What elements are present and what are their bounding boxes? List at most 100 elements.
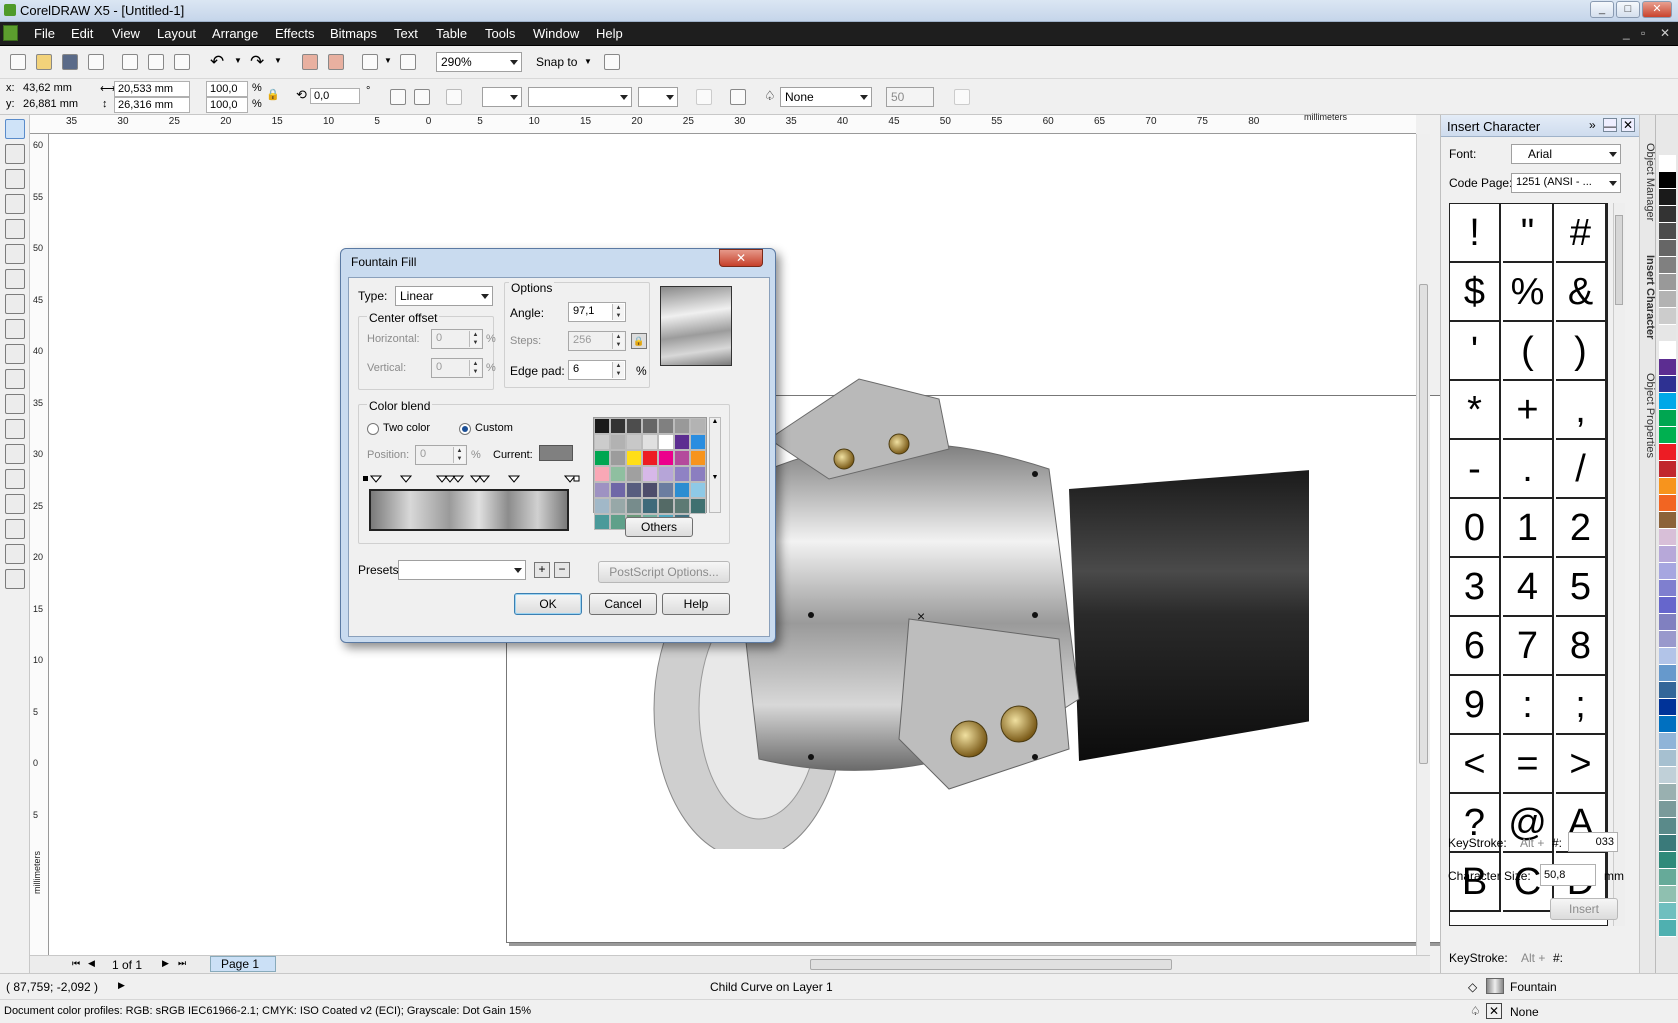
blend-color-swatch[interactable] (610, 514, 626, 530)
palette-swatch[interactable] (1659, 563, 1676, 580)
menu-help[interactable]: Help (596, 26, 623, 41)
menu-effects[interactable]: Effects (275, 26, 315, 41)
character-cell[interactable]: ( (1503, 322, 1554, 381)
keystroke-field[interactable]: 033 (1568, 832, 1618, 852)
help-button[interactable]: Help (662, 593, 730, 615)
size-field[interactable]: 50 (886, 87, 934, 107)
fill-tool-icon[interactable] (5, 544, 25, 564)
menu-layout[interactable]: Layout (157, 26, 196, 41)
custom-radio[interactable] (459, 423, 471, 435)
interactive-fill-tool-icon[interactable] (5, 569, 25, 589)
palette-swatch[interactable] (1659, 818, 1676, 835)
palette-swatch[interactable] (1659, 155, 1676, 172)
menu-file[interactable]: File (34, 26, 55, 41)
blend-color-swatch[interactable] (642, 434, 658, 450)
cancel-button[interactable]: Cancel (589, 593, 657, 615)
blend-color-swatch[interactable] (594, 466, 610, 482)
remove-preset-icon[interactable]: − (554, 562, 570, 578)
table-tool-icon[interactable] (5, 394, 25, 414)
blend-color-swatch[interactable] (610, 482, 626, 498)
palette-swatch[interactable] (1659, 342, 1676, 359)
maximize-button[interactable]: □ (1616, 1, 1640, 18)
character-cell[interactable]: + (1503, 381, 1554, 440)
palette-swatch[interactable] (1659, 529, 1676, 546)
character-cell[interactable]: ) (1556, 322, 1607, 381)
lock-ratio-icon[interactable]: 🔒 (266, 88, 280, 101)
blend-palette-grid[interactable] (593, 417, 707, 530)
character-cell[interactable]: 6 (1450, 617, 1501, 676)
current-color-swatch[interactable] (539, 445, 573, 461)
minimize-button[interactable]: _ (1590, 1, 1614, 18)
save-icon[interactable] (62, 54, 78, 70)
width-field[interactable]: 20,533 mm (114, 81, 190, 97)
fill-swatch-select[interactable] (482, 87, 522, 107)
palette-swatch[interactable] (1659, 886, 1676, 903)
postscript-options-button[interactable]: PostScript Options... (598, 561, 730, 583)
palette-swatch[interactable] (1659, 240, 1676, 257)
print-icon[interactable] (88, 54, 104, 70)
character-cell[interactable]: $ (1450, 263, 1501, 322)
reverse-direction-icon[interactable] (696, 89, 712, 105)
character-cell[interactable]: - (1450, 440, 1501, 499)
palette-swatch[interactable] (1659, 750, 1676, 767)
angle-field[interactable]: 97,1 ▲ ▼ (568, 302, 626, 322)
next-page-icon[interactable]: ▶ (162, 958, 169, 969)
ellipse-tool-icon[interactable] (5, 294, 25, 314)
prev-page-icon[interactable]: ◀ (88, 958, 95, 969)
menu-arrange[interactable]: Arrange (212, 26, 258, 41)
snap-to-button[interactable]: Snap to (536, 55, 577, 69)
rectangle-tool-icon[interactable] (5, 269, 25, 289)
palette-swatch[interactable] (1659, 172, 1676, 189)
char-size-field[interactable]: 50,8 (1540, 864, 1596, 886)
blend-color-swatch[interactable] (594, 514, 610, 530)
character-cell[interactable]: > (1556, 735, 1607, 794)
welcome-screen-icon[interactable] (400, 54, 416, 70)
palette-swatch[interactable] (1659, 665, 1676, 682)
palette-swatch[interactable] (1659, 869, 1676, 886)
zoom-tool-icon[interactable] (5, 194, 25, 214)
smart-fill-tool-icon[interactable] (5, 244, 25, 264)
color-profiles[interactable]: Document color profiles: RGB: sRGB IEC61… (4, 1005, 531, 1017)
palette-swatch[interactable] (1659, 257, 1676, 274)
blend-color-swatch[interactable] (594, 434, 610, 450)
blend-color-swatch[interactable] (642, 466, 658, 482)
character-cell[interactable]: 1 (1503, 499, 1554, 558)
character-cell[interactable]: ; (1556, 676, 1607, 735)
x-position-field[interactable]: 43,62 mm (20, 81, 94, 97)
font-select[interactable]: Arial (1511, 144, 1621, 164)
palette-swatch[interactable] (1659, 648, 1676, 665)
blend-color-swatch[interactable] (642, 450, 658, 466)
palette-swatch[interactable] (1659, 444, 1676, 461)
hscroll-thumb[interactable] (810, 959, 1172, 970)
palette-swatch[interactable] (1659, 325, 1676, 342)
blend-color-swatch[interactable] (626, 482, 642, 498)
export-icon[interactable] (328, 54, 344, 70)
menu-window[interactable]: Window (533, 26, 579, 41)
character-cell[interactable]: . (1503, 440, 1554, 499)
character-cell[interactable]: 3 (1450, 558, 1501, 617)
blend-color-swatch[interactable] (610, 418, 626, 434)
blend-color-swatch[interactable] (610, 466, 626, 482)
blend-color-swatch[interactable] (658, 466, 674, 482)
character-cell[interactable]: # (1556, 204, 1607, 263)
blend-color-swatch[interactable] (658, 482, 674, 498)
ok-button[interactable]: OK (514, 593, 582, 615)
outline-width-select[interactable]: None (780, 87, 872, 107)
blend-color-swatch[interactable] (626, 450, 642, 466)
custom-label[interactable]: Custom (475, 422, 513, 434)
vscroll-thumb[interactable] (1419, 284, 1428, 764)
blend-color-swatch[interactable] (690, 450, 706, 466)
two-color-label[interactable]: Two color (383, 422, 430, 434)
blend-color-swatch[interactable] (594, 450, 610, 466)
blend-color-swatch[interactable] (690, 498, 706, 514)
palette-swatch[interactable] (1659, 903, 1676, 920)
outline-tool-icon[interactable] (5, 519, 25, 539)
character-cell[interactable]: ! (1450, 204, 1501, 263)
palette-swatch[interactable] (1659, 784, 1676, 801)
character-cell[interactable]: 5 (1556, 558, 1607, 617)
blend-color-swatch[interactable] (658, 450, 674, 466)
angle-spin-icon[interactable]: ▲ ▼ (612, 304, 624, 320)
wrap-text-icon[interactable] (446, 89, 462, 105)
character-cell[interactable]: , (1556, 381, 1607, 440)
steps-field[interactable]: 256 ▲ ▼ (568, 331, 626, 351)
